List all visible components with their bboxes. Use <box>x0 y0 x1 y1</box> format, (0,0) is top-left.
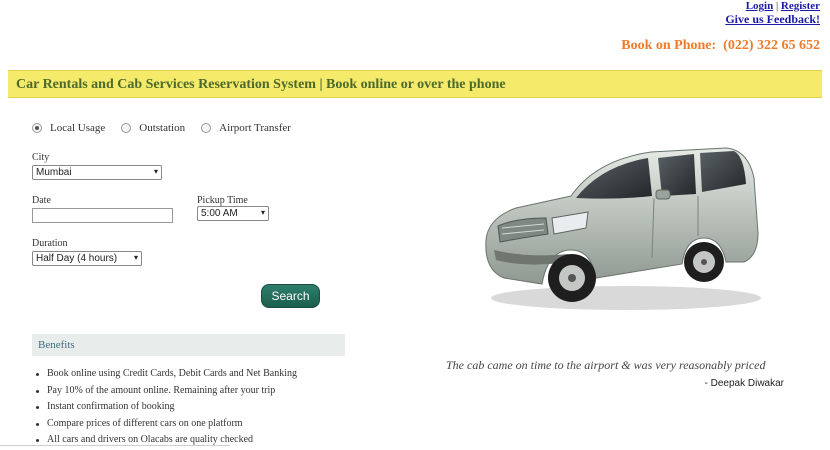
list-item: Instant confirmation of booking <box>36 399 297 416</box>
search-button[interactable]: Search <box>261 284 320 308</box>
phone-booking: Book on Phone: (022) 322 65 652 <box>621 38 820 54</box>
date-label: Date <box>32 195 51 206</box>
divider <box>0 445 230 446</box>
duration-label: Duration <box>32 238 68 249</box>
radio-airport-transfer[interactable]: Airport Transfer <box>201 122 291 134</box>
quote-text: The cab came on time to the airport & wa… <box>446 358 766 372</box>
car-image <box>485 147 761 310</box>
city-label: City <box>32 152 50 163</box>
radio-dot-icon <box>201 123 212 133</box>
duration-select[interactable]: Half Day (4 hours) ▾ <box>32 251 142 266</box>
radio-label: Outstation <box>139 122 186 134</box>
pickup-time-select[interactable]: 5:00 AM ▾ <box>197 206 269 221</box>
list-item: Book online using Credit Cards, Debit Ca… <box>36 366 297 383</box>
radio-label: Airport Transfer <box>219 122 291 134</box>
radio-label: Local Usage <box>50 122 106 134</box>
city-select-value: Mumbai <box>36 167 72 178</box>
pickup-time-label: Pickup Time <box>197 195 248 206</box>
date-input[interactable] <box>32 208 173 223</box>
radio-dot-selected-icon <box>32 123 42 133</box>
trip-type-radios: Local Usage Outstation Airport Transfer <box>32 122 307 134</box>
login-link[interactable]: Login <box>746 0 774 12</box>
phone-label: Book on Phone: <box>621 38 717 53</box>
chevron-down-icon: ▾ <box>133 253 138 262</box>
testimonial-quote: The cab came on time to the airport & wa… <box>422 357 790 373</box>
phone-number: (022) 322 65 652 <box>723 38 820 53</box>
register-link[interactable]: Register <box>781 0 820 12</box>
link-separator: | <box>775 0 779 12</box>
radio-dot-icon <box>121 123 132 133</box>
list-item: All cars and drivers on Olacabs are qual… <box>36 432 297 449</box>
duration-value: Half Day (4 hours) <box>36 253 118 264</box>
list-item: Compare prices of different cars on one … <box>36 416 297 433</box>
benefits-title: Benefits <box>38 339 75 351</box>
banner-title: Car Rentals and Cab Services Reservation… <box>16 77 506 92</box>
title-banner: Car Rentals and Cab Services Reservation… <box>8 70 822 98</box>
radio-outstation[interactable]: Outstation <box>121 122 185 134</box>
radio-local-usage[interactable]: Local Usage <box>32 122 105 134</box>
feedback-link[interactable]: Give us Feedback! <box>725 12 820 26</box>
chevron-down-icon: ▾ <box>260 208 265 217</box>
chevron-down-icon: ▾ <box>153 167 158 176</box>
list-item: Pay 10% of the amount online. Remaining … <box>36 383 297 400</box>
benefits-list: Book online using Credit Cards, Debit Ca… <box>36 366 297 449</box>
city-select[interactable]: Mumbai ▾ <box>32 165 162 180</box>
benefits-header: Benefits <box>32 334 345 356</box>
header-links: Login | Register Give us Feedback! <box>725 0 820 27</box>
pickup-time-value: 5:00 AM <box>201 208 238 219</box>
testimonial-author: - Deepak Diwakar <box>704 378 784 389</box>
